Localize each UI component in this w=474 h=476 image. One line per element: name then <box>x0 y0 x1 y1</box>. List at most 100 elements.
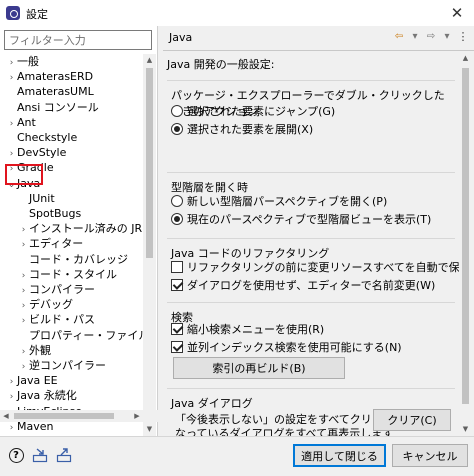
tree-item[interactable]: › 外観 <box>18 343 51 358</box>
clear-dialogs-button[interactable]: クリア(C) <box>373 409 451 431</box>
tree-scroll-thumb[interactable] <box>146 68 153 258</box>
tree-item[interactable]: › Ant <box>6 115 36 130</box>
tree-item[interactable]: Checkstyle <box>6 130 77 145</box>
scroll-up-arrow-icon[interactable]: ▲ <box>143 54 156 67</box>
cancel-button[interactable]: キャンセル <box>392 444 468 467</box>
checkbox-label: 並列インデックス検索を使用可能にする(N) <box>187 341 402 354</box>
jump-to-element-radio[interactable]: 選択された要素にジャンプ(G) <box>171 103 335 119</box>
tree-item[interactable]: › 逆コンパイラー <box>18 358 106 373</box>
tree-item[interactable]: › DevStyle <box>6 145 67 160</box>
apply-and-close-button[interactable]: 適用して閉じる <box>293 444 386 467</box>
tree-item[interactable]: › コード・スタイル <box>18 267 117 282</box>
radio-indicator[interactable] <box>171 123 183 135</box>
radio-label: 現在のパースペクティブで型階層ビューを表示(T) <box>187 213 432 226</box>
tree-item[interactable]: › コンパイラー <box>18 282 95 297</box>
scroll-down-arrow-icon[interactable]: ▼ <box>459 423 472 436</box>
tree-item[interactable]: › 一般 <box>6 54 39 69</box>
tree-item-label: Ansi コンソール <box>17 100 99 114</box>
forward-history-dropdown-icon[interactable]: ▾ <box>440 30 454 44</box>
scroll-right-arrow-icon[interactable]: ▶ <box>131 410 143 422</box>
open-hierarchy-perspective-radio[interactable]: 新しい型階層パースペクティブを開く(P) <box>171 193 387 209</box>
scroll-left-arrow-icon[interactable]: ◀ <box>0 410 12 422</box>
parallel-index-search-checkbox[interactable]: 並列インデックス検索を使用可能にする(N) <box>171 339 402 355</box>
tree-item-label: インストール済みの JRE <box>29 222 143 236</box>
checkbox-indicator[interactable] <box>171 261 183 273</box>
help-icon[interactable]: ? <box>8 447 24 463</box>
radio-label: 新しい型階層パースペクティブを開く(P) <box>187 195 388 208</box>
filter-input[interactable] <box>4 30 152 50</box>
radio-indicator[interactable] <box>171 195 183 207</box>
scroll-down-arrow-icon[interactable]: ▼ <box>143 423 156 436</box>
tree-item[interactable]: JUnit <box>18 191 55 206</box>
group-label: Java ダイアログ <box>171 395 256 411</box>
preference-page: Java ⇦ ▾ ⇨ ▾ ⋮ Java 開発の一般設定: パッケージ・エクスプロ… <box>163 26 474 436</box>
rebuild-index-button[interactable]: 索引の再ビルド(B) <box>173 357 345 379</box>
tree-item-label: 一般 <box>17 55 39 68</box>
tree-item-label: コンパイラー <box>29 283 95 296</box>
export-preferences-icon[interactable] <box>56 447 72 463</box>
tree-item[interactable]: › AmaterasERD <box>6 69 93 84</box>
page-vertical-scrollbar[interactable]: ▲ ▼ <box>459 52 472 436</box>
java-dialogs-group: Java ダイアログ 「今後表示しない」の設定をすべてクリアし、非表示に なって… <box>167 388 455 436</box>
tree-vertical-scrollbar[interactable]: ▲ ▼ <box>143 54 156 436</box>
page-header: Java ⇦ ▾ ⇨ ▾ ⋮ <box>163 26 474 50</box>
radio-indicator[interactable] <box>171 213 183 225</box>
tree-item[interactable]: Ansi コンソール <box>6 100 99 115</box>
tree-item-label: Java EE <box>17 374 58 388</box>
collapsed-chevron-icon[interactable]: › <box>6 421 17 436</box>
header-divider <box>163 50 474 51</box>
tree-hscroll-thumb[interactable] <box>14 413 114 419</box>
expand-element-radio[interactable]: 選択された要素を展開(X) <box>171 121 313 137</box>
page-content: Java 開発の一般設定: パッケージ・エクスプローラーでダブル・クリックしたと… <box>163 52 459 436</box>
show-hierarchy-view-radio[interactable]: 現在のパースペクティブで型階層ビューを表示(T) <box>171 211 431 227</box>
checkbox-indicator[interactable] <box>171 323 183 335</box>
checkbox-label: リファクタリングの前に変更リソースすべてを自動で保存(S) <box>187 261 459 274</box>
tree-item[interactable]: › エディター <box>18 236 84 251</box>
tree-item[interactable]: › インストール済みの JRE <box>18 221 143 236</box>
reduced-search-menu-checkbox[interactable]: 縮小検索メニューを使用(R) <box>171 321 324 337</box>
tree-item-label: コード・カバレッジ <box>29 252 128 266</box>
tree-item-label: 外観 <box>29 343 51 357</box>
tree-item[interactable]: › デバッグ <box>18 297 73 312</box>
eclipse-app-icon <box>6 6 20 20</box>
tree-item-label: DevStyle <box>17 146 67 160</box>
close-window-button[interactable]: ✕ <box>440 0 474 26</box>
view-menu-icon[interactable]: ⋮ <box>456 30 470 44</box>
help-glyph: ? <box>8 447 24 463</box>
title-bar: 設定 ✕ <box>0 0 474 26</box>
page-scroll-thumb[interactable] <box>462 68 469 404</box>
rename-in-editor-checkbox[interactable]: ダイアログを使用せず、エディターで名前変更(W) <box>171 277 435 293</box>
tree-item-label: プロパティー・ファイル・エディタ <box>29 328 143 342</box>
forward-arrow-icon[interactable]: ⇨ <box>424 30 438 44</box>
tree-item[interactable]: コード・カバレッジ <box>18 252 128 267</box>
tree-item[interactable]: プロパティー・ファイル・エディタ <box>18 328 143 343</box>
tree-item-label: JUnit <box>29 191 55 205</box>
import-preferences-icon[interactable] <box>32 447 48 463</box>
tree-item[interactable]: › ビルド・パス <box>18 312 95 327</box>
tree-item-label: デバッグ <box>29 298 73 312</box>
checkbox-indicator[interactable] <box>171 279 183 291</box>
scroll-up-arrow-icon[interactable]: ▲ <box>459 52 472 65</box>
tree-item-label: 逆コンパイラー <box>29 359 106 372</box>
type-hierarchy-group: 型階層を開く時 新しい型階層パースペクティブを開く(P) 現在のパースペクティブ… <box>167 172 455 232</box>
checkbox-indicator[interactable] <box>171 341 183 353</box>
page-title: Java <box>169 31 193 44</box>
tree-horizontal-scrollbar[interactable]: ◀ ▶ <box>0 410 158 422</box>
radio-label: 選択された要素にジャンプ(G) <box>187 105 336 118</box>
search-group: 検索 縮小検索メニューを使用(R) 並列インデックス検索を使用可能にする(N) … <box>167 302 455 384</box>
tree-item[interactable]: SpotBugs <box>18 206 81 221</box>
auto-save-before-refactoring-checkbox[interactable]: リファクタリングの前に変更リソースすべてを自動で保存(S) <box>171 259 459 275</box>
tree-item[interactable]: › Java EE <box>6 373 58 388</box>
window-title: 設定 <box>26 8 48 21</box>
checkbox-label: ダイアログを使用せず、エディターで名前変更(W) <box>187 279 436 292</box>
tree-item[interactable]: › Java 永続化 <box>6 388 77 403</box>
tree-item-label: Checkstyle <box>17 131 78 144</box>
tree-item-label: エディター <box>29 237 84 251</box>
tree-item-label: Java 永続化 <box>17 389 77 403</box>
java-highlight-box <box>5 164 43 185</box>
radio-indicator[interactable] <box>171 105 183 117</box>
tree-item[interactable]: AmaterasUML <box>6 84 94 99</box>
tree-item-label: ビルド・パス <box>29 313 95 327</box>
back-arrow-icon[interactable]: ⇦ <box>392 30 406 44</box>
back-history-dropdown-icon[interactable]: ▾ <box>408 30 422 44</box>
